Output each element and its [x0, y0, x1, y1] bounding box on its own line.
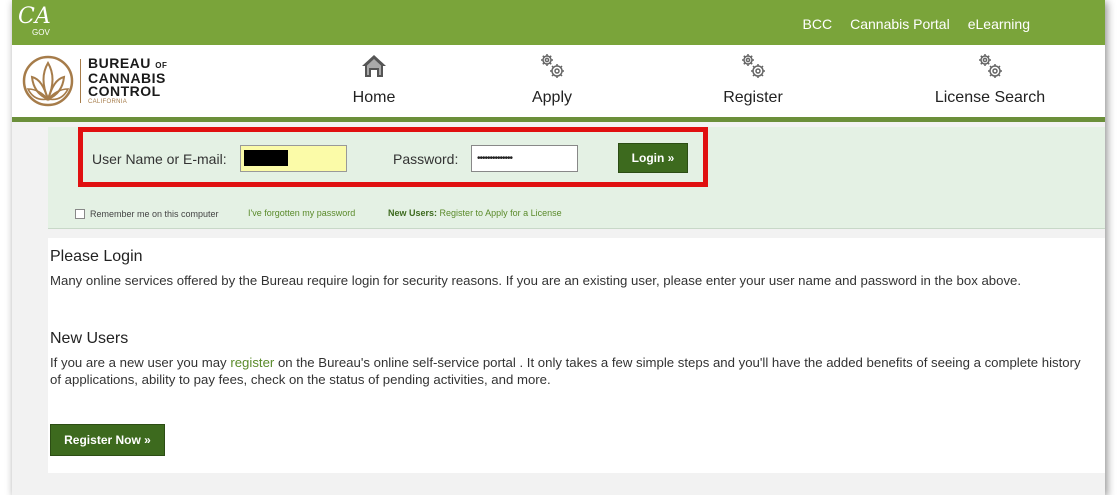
remember-me-label: Remember me on this computer — [90, 209, 219, 219]
new-users-heading: New Users — [50, 330, 129, 347]
remember-me[interactable]: Remember me on this computer — [75, 209, 219, 219]
nav-label-apply: Apply — [531, 89, 573, 106]
login-panel: User Name or E-mail: Password: •••••••••… — [48, 127, 1105, 229]
nav-item-license-search[interactable]: License Search — [910, 51, 1070, 107]
top-link-cannabis-portal[interactable]: Cannabis Portal — [850, 16, 950, 32]
browser-page: CA GOV BCC Cannabis Portal eLearning BUR… — [12, 0, 1105, 495]
password-input[interactable]: •••••••••••••• — [471, 145, 578, 172]
gov-logo-text: GOV — [32, 28, 50, 37]
password-label: Password: — [393, 151, 459, 167]
new-users-text-before: If you are a new user you may — [50, 355, 231, 370]
top-link-elearning[interactable]: eLearning — [968, 16, 1030, 32]
top-bar: CA GOV BCC Cannabis Portal eLearning — [12, 0, 1105, 45]
register-link[interactable]: register — [230, 355, 274, 370]
nav-item-apply[interactable]: Apply — [472, 51, 632, 107]
forgot-password-link[interactable]: I've forgotten my password — [248, 208, 355, 218]
page-margin — [12, 127, 48, 495]
ca-logo-text: CA — [18, 4, 51, 29]
new-users-text: If you are a new user you may register o… — [50, 354, 1090, 388]
new-users-register-link[interactable]: New Users: Register to Apply for a Licen… — [388, 208, 562, 218]
brand-line-3: CONTROL — [88, 83, 161, 99]
remember-me-checkbox[interactable] — [75, 209, 85, 219]
please-login-text: Many online services offered by the Bure… — [50, 273, 1022, 288]
top-link-bcc[interactable]: BCC — [803, 16, 833, 32]
home-icon — [362, 55, 386, 77]
new-users-link-text: Register to Apply for a License — [439, 208, 562, 218]
logo-divider — [80, 59, 81, 103]
main-content: Please Login Many online services offere… — [48, 238, 1105, 473]
login-button[interactable]: Login » — [618, 143, 688, 173]
gears-icon — [979, 54, 1002, 78]
nav-item-home[interactable]: Home — [294, 51, 454, 107]
top-links: BCC Cannabis Portal eLearning — [803, 16, 1030, 32]
bcc-wordmark: BUREAU OF CANNABIS CONTROL CALIFORNIA — [88, 55, 168, 106]
bcc-emblem-icon — [22, 55, 74, 107]
brand-sub: CALIFORNIA — [88, 99, 128, 105]
main-nav: BUREAU OF CANNABIS CONTROL CALIFORNIA Ho… — [12, 45, 1105, 122]
nav-label-home: Home — [352, 89, 396, 106]
nav-item-register[interactable]: Register — [673, 51, 833, 107]
username-input[interactable] — [240, 145, 347, 172]
redaction-block — [244, 150, 288, 166]
ca-gov-logo[interactable]: CA GOV — [18, 6, 54, 40]
bcc-logo[interactable]: BUREAU OF CANNABIS CONTROL CALIFORNIA — [22, 55, 182, 107]
username-label: User Name or E-mail: — [92, 151, 227, 167]
gears-icon — [541, 54, 564, 78]
brand-line-1: BUREAU — [88, 55, 151, 71]
new-users-prefix: New Users: — [388, 208, 438, 218]
nav-label-register: Register — [723, 89, 783, 106]
register-now-button[interactable]: Register Now » — [50, 424, 165, 456]
please-login-heading: Please Login — [50, 248, 143, 265]
nav-label-license-search: License Search — [934, 89, 1046, 106]
brand-of: OF — [155, 61, 168, 70]
gears-icon — [742, 54, 765, 78]
